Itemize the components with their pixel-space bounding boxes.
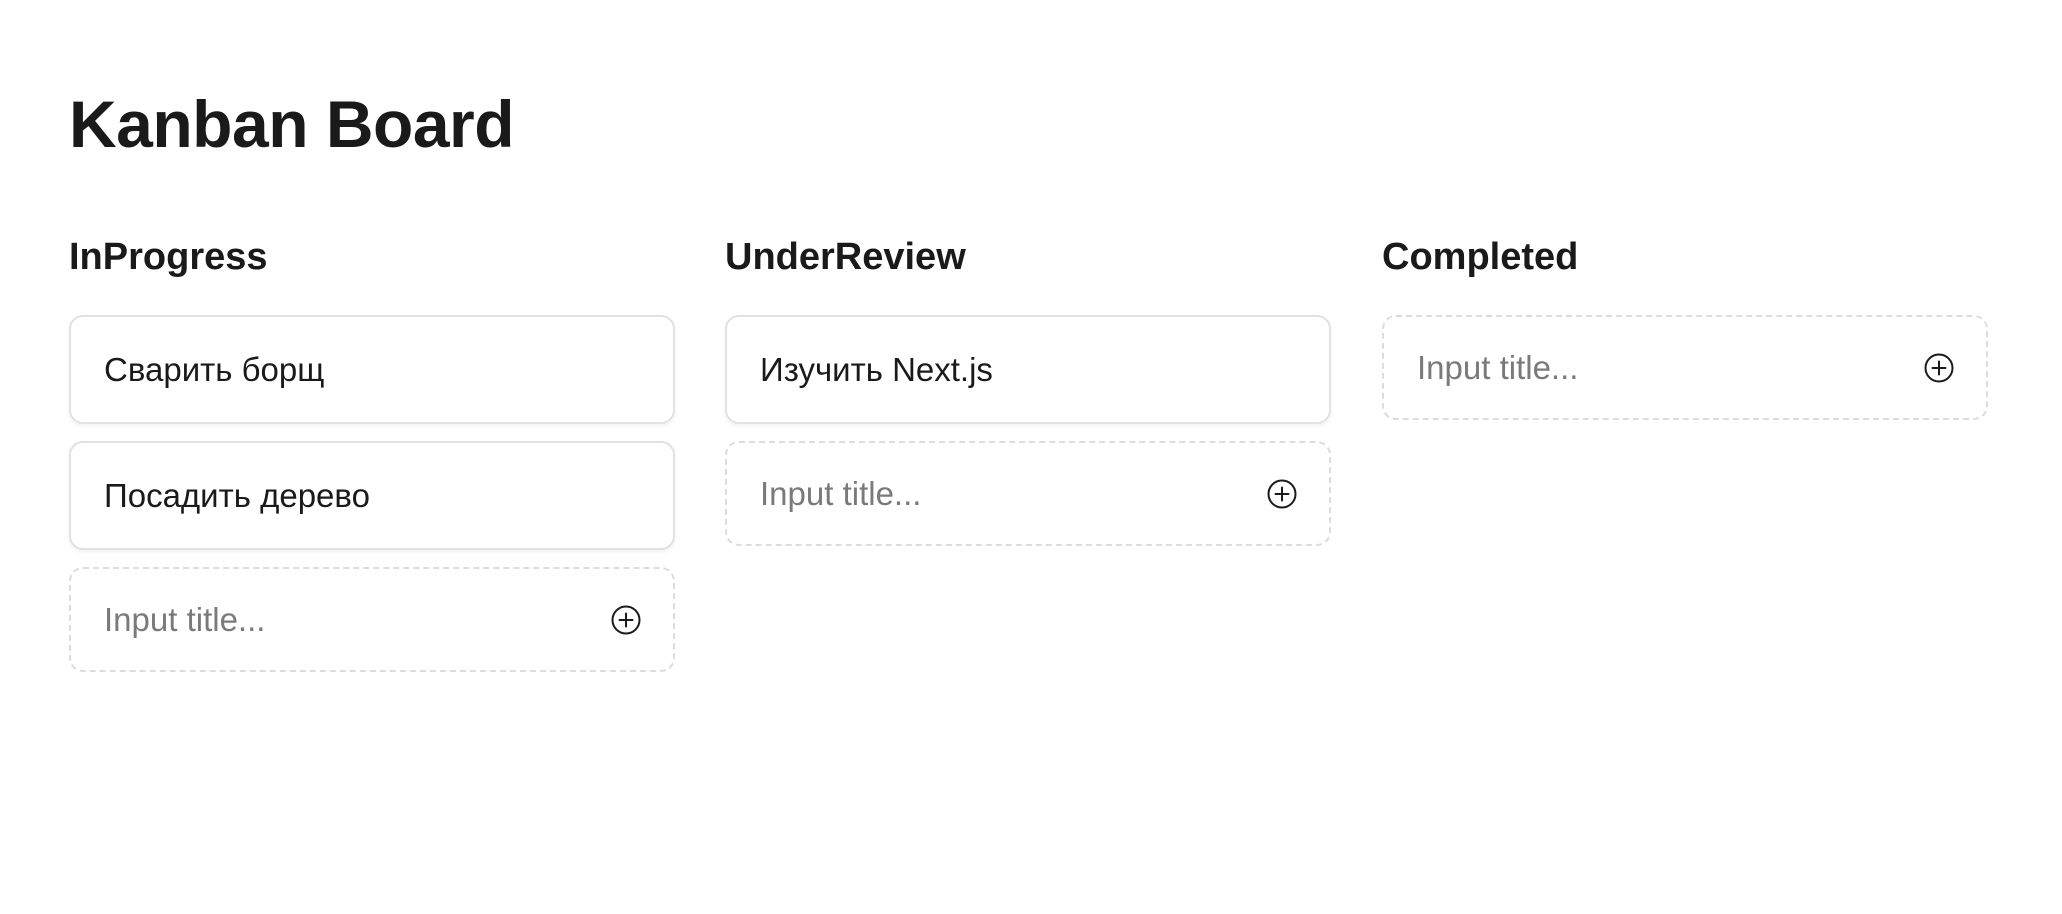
add-task-form bbox=[725, 441, 1331, 546]
plus-circle-icon bbox=[1924, 353, 1954, 382]
add-task-button[interactable] bbox=[1922, 351, 1956, 385]
card-list: Сварить борщ Посадить дерево bbox=[69, 315, 675, 672]
add-task-button[interactable] bbox=[1265, 477, 1299, 511]
column-in-progress: InProgress Сварить борщ Посадить дерево bbox=[69, 230, 675, 672]
column-under-review: UnderReview Изучить Next.js bbox=[725, 230, 1331, 546]
column-title: InProgress bbox=[69, 236, 268, 278]
task-card[interactable]: Посадить дерево bbox=[69, 441, 675, 550]
plus-circle-icon bbox=[1267, 479, 1297, 508]
task-title-input[interactable] bbox=[760, 474, 1265, 513]
task-card[interactable]: Изучить Next.js bbox=[725, 315, 1331, 424]
add-task-form bbox=[1382, 315, 1988, 420]
task-title-input[interactable] bbox=[1417, 348, 1922, 387]
card-list: Изучить Next.js bbox=[725, 315, 1331, 546]
card-list bbox=[1382, 315, 1988, 420]
column-title: Completed bbox=[1382, 236, 1579, 278]
column-completed: Completed bbox=[1382, 230, 1988, 420]
task-title-input[interactable] bbox=[104, 600, 609, 639]
add-task-button[interactable] bbox=[609, 603, 643, 637]
page-title: Kanban Board bbox=[69, 87, 515, 161]
task-card[interactable]: Сварить борщ bbox=[69, 315, 675, 424]
add-task-form bbox=[69, 567, 675, 672]
kanban-page: Kanban Board InProgress Сварить борщ Пос… bbox=[0, 0, 2062, 914]
plus-circle-icon bbox=[611, 605, 641, 634]
column-title: UnderReview bbox=[725, 236, 966, 278]
